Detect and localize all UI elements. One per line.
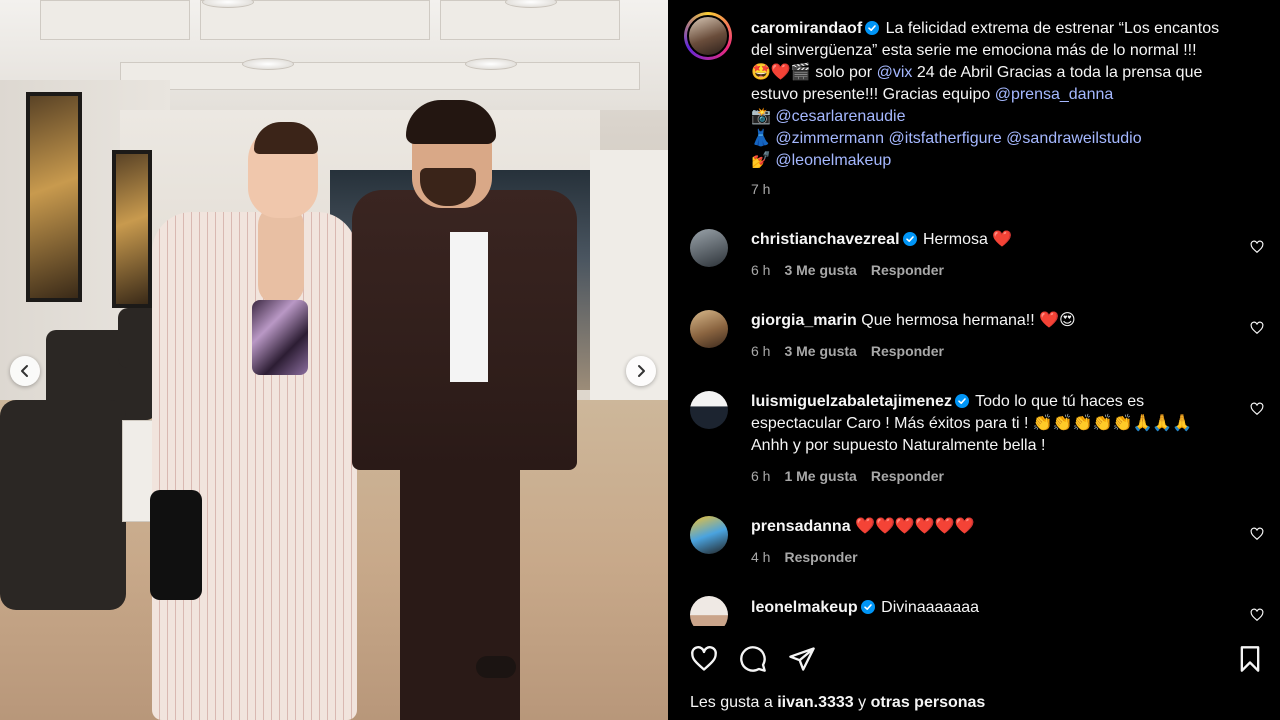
reply-button[interactable]: Responder [871,343,944,359]
author-avatar[interactable] [684,12,732,60]
reply-button[interactable]: Responder [871,262,944,278]
comment-item: giorgia_marin Que hermosa hermana!! ❤️😍 [751,310,1220,332]
reply-button[interactable]: Responder [871,468,944,484]
mention-link[interactable]: @itsfatherfigure [889,130,1002,147]
photo-woman-neck [258,205,304,305]
chevron-left-icon [21,365,28,377]
camera-emoji: 📸 [751,108,771,125]
comment-time[interactable]: 6 h [751,343,770,359]
share-icon[interactable] [788,645,816,673]
photo-man-shoe [476,656,516,678]
heart-icon[interactable] [1250,321,1264,335]
photo-woman-suit [152,212,357,720]
comment-username[interactable]: leonelmakeup [751,599,858,616]
photo-man-hair [406,100,496,144]
comment-username[interactable]: giorgia_marin [751,312,857,329]
verified-badge-icon [902,232,917,246]
caption-meta: 7 h [751,181,770,197]
photo-movie-poster [112,150,152,308]
likes-prefix: Les gusta a [690,694,773,711]
comment-item: christianchavezreal Hermosa ❤️ [751,229,1220,251]
comment-time[interactable]: 4 h [751,549,770,565]
dress-emoji: 👗 [751,130,771,147]
commenter-avatar[interactable] [690,229,728,267]
comment-text: Anhh y por supuesto Naturalmente bella ! [751,437,1046,454]
likes-summary: Les gusta a iivan.3333 y otras personas [690,694,985,712]
photo-woman-top [252,300,308,375]
comment-icon[interactable] [739,645,767,673]
photo-ceiling-panel [120,62,640,90]
reply-button[interactable]: Responder [784,549,857,565]
comment-likes[interactable]: 3 Me gusta [784,343,856,359]
comment-likes[interactable]: 3 Me gusta [784,262,856,278]
verified-badge-icon [860,600,875,614]
comment-meta: 6 h 3 Me gusta Responder [751,262,944,278]
caption-time[interactable]: 7 h [751,181,770,197]
verified-badge-icon [865,21,880,35]
chevron-right-icon [638,365,645,377]
comment-meta: 4 h Responder [751,549,858,565]
photo-ceiling-light [465,58,517,70]
comment-time[interactable]: 6 h [751,468,770,484]
mention-link[interactable]: @leonelmakeup [775,152,891,169]
mention-link[interactable]: @prensa_danna [995,86,1114,103]
post-viewer: caromirandaof La felicidad extrema de es… [0,0,1280,720]
post-caption: caromirandaof La felicidad extrema de es… [751,18,1220,172]
commenter-avatar[interactable] [690,310,728,348]
mention-link[interactable]: @cesarlarenaudie [775,108,905,125]
photo-armchair [0,400,126,610]
comment-text: Hermosa ❤️ [922,231,1013,248]
photo-handbag [150,490,202,600]
comment-item: luismiguelzabaletajimenez Todo lo que tú… [751,391,1220,457]
photo-ceiling-panel [40,0,190,40]
heart-icon[interactable] [1250,608,1264,622]
mention-link[interactable]: @zimmermann [775,130,884,147]
photo-movie-poster [26,92,82,302]
commenter-avatar[interactable] [690,516,728,554]
photo-man-pants [400,440,520,720]
comment-username[interactable]: christianchavezreal [751,231,900,248]
comment-meta: 6 h 3 Me gusta Responder [751,343,944,359]
comment-text: Todo lo que tú haces es [975,393,1145,410]
verified-badge-icon [954,394,969,408]
post-photo[interactable] [0,0,668,720]
heart-icon[interactable] [1250,240,1264,254]
heart-icon[interactable] [1250,527,1264,541]
photo-ceiling-light [242,58,294,70]
likes-user-link[interactable]: iivan.3333 [777,694,854,711]
bookmark-icon[interactable] [1236,645,1264,673]
comment-item: prensadanna ❤️❤️❤️❤️❤️❤️ [751,516,1220,538]
mention-link[interactable]: @sandraweilstudio [1006,130,1141,147]
prev-photo-button[interactable] [10,356,40,386]
comment-time[interactable]: 6 h [751,262,770,278]
nail-emoji: 💅 [751,152,771,169]
comment-username[interactable]: prensadanna [751,518,851,535]
next-photo-button[interactable] [626,356,656,386]
mention-link[interactable]: @vix [877,64,913,81]
comment-text: espectacular Caro ! Más éxitos para ti !… [751,415,1193,432]
comment-text: Que hermosa hermana!! ❤️😍 [861,312,1076,329]
heart-icon[interactable] [1250,402,1264,416]
photo-man-shirt [450,232,488,382]
comment-username[interactable]: luismiguelzabaletajimenez [751,393,952,410]
heart-icon[interactable] [690,645,718,673]
comment-item: leonelmakeup Divinaaaaaaa [751,597,1220,619]
comment-meta: 6 h 1 Me gusta Responder [751,468,944,484]
comment-text: Divinaaaaaaa [881,599,980,616]
comment-likes[interactable]: 1 Me gusta [784,468,856,484]
commenter-avatar[interactable] [690,596,728,626]
commenter-avatar[interactable] [690,391,728,429]
comments-panel: caromirandaof La felicidad extrema de es… [668,0,1280,720]
comment-text: ❤️❤️❤️❤️❤️❤️ [855,518,975,535]
author-username[interactable]: caromirandaof [751,20,862,37]
likes-middle: y [858,694,867,711]
likes-others-link[interactable]: otras personas [871,694,986,711]
